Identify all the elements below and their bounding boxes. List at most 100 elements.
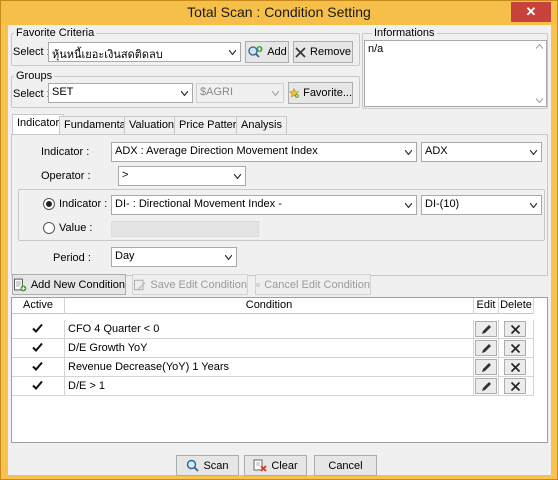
- clear-button[interactable]: Clear: [244, 455, 307, 476]
- add-new-condition-label: Add New Condition: [30, 278, 125, 291]
- value-radio[interactable]: [43, 222, 55, 234]
- column-header-delete[interactable]: Delete: [499, 298, 534, 314]
- checkmark-icon[interactable]: [32, 380, 43, 391]
- remove-favorite-button[interactable]: Remove: [293, 41, 353, 63]
- edit-button[interactable]: [475, 378, 497, 394]
- value-input[interactable]: [111, 221, 259, 237]
- chevron-down-icon: [181, 91, 188, 96]
- table-row[interactable]: D/E > 1: [12, 377, 534, 396]
- window-title: Total Scan : Condition Setting: [187, 4, 371, 20]
- add-new-condition-button[interactable]: Add New Condition: [12, 274, 126, 295]
- condition-setting-window: Total Scan : Condition Setting ✕ Favorit…: [0, 0, 558, 480]
- chevron-down-icon: [272, 91, 279, 96]
- table-row[interactable]: Revenue Decrease(YoY) 1 Years: [12, 358, 534, 377]
- informations-textbox[interactable]: n/a: [364, 40, 547, 107]
- compare-indicator-select[interactable]: DI- : Directional Movement Index -: [111, 195, 417, 215]
- edit-button[interactable]: [475, 359, 497, 375]
- table-row[interactable]: D/E Growth YoY: [12, 339, 534, 358]
- active-cell[interactable]: [12, 377, 65, 396]
- favorite-criteria-value: หุ้นหนี้เยอะเงินสดติดลบ: [52, 49, 163, 61]
- groups-value: SET: [52, 86, 74, 98]
- tab-label: Analysis: [241, 119, 282, 131]
- delete-button[interactable]: [504, 378, 526, 394]
- favorite-criteria-legend: Favorite Criteria: [14, 27, 97, 39]
- delete-cell: [499, 377, 534, 396]
- period-select[interactable]: Day: [111, 247, 237, 267]
- add-search-icon: [248, 46, 263, 58]
- clear-label: Clear: [271, 459, 298, 472]
- search-icon: [187, 459, 200, 472]
- tab-label: Price Pattern: [179, 119, 243, 131]
- chevron-down-icon: [405, 150, 412, 155]
- compare-indicator-value: DI- : Directional Movement Index -: [115, 198, 282, 210]
- active-cell[interactable]: [12, 320, 65, 339]
- period-label: Period :: [53, 252, 91, 264]
- chevron-down-icon: [229, 50, 236, 55]
- tab-valuation[interactable]: Valuation: [124, 116, 180, 134]
- column-header-active[interactable]: Active: [12, 298, 65, 314]
- compare-param-value: DI-(10): [425, 198, 460, 210]
- cancel-edit-condition-label: Cancel Edit Condition: [264, 278, 370, 291]
- groups-select[interactable]: SET: [48, 83, 193, 103]
- close-icon: [510, 324, 521, 335]
- favorite-criteria-select[interactable]: หุ้นหนี้เยอะเงินสดติดลบ: [48, 42, 241, 62]
- indicator-value: ADX : Average Direction Movement Index: [115, 145, 318, 157]
- tab-label: Valuation: [129, 119, 175, 131]
- checkmark-icon[interactable]: [32, 323, 43, 334]
- checkmark-icon[interactable]: [32, 361, 43, 372]
- tab-fundamental[interactable]: Fundamental: [59, 116, 134, 134]
- delete-cell: [499, 358, 534, 377]
- add-favorite-label: Add: [267, 46, 287, 58]
- condition-cell[interactable]: D/E > 1: [65, 377, 474, 396]
- checkmark-icon[interactable]: [32, 342, 43, 353]
- add-document-icon: [13, 278, 27, 291]
- active-cell[interactable]: [12, 339, 65, 358]
- table-row[interactable]: CFO 4 Quarter < 0: [12, 320, 534, 339]
- tab-indicator[interactable]: Indicator: [12, 114, 65, 135]
- column-header-edit[interactable]: Edit: [474, 298, 499, 314]
- condition-cell[interactable]: Revenue Decrease(YoY) 1 Years: [65, 358, 474, 377]
- value-label: Value :: [59, 222, 93, 234]
- operator-select[interactable]: >: [118, 166, 246, 186]
- groups-legend: Groups: [14, 70, 55, 82]
- condition-cell[interactable]: D/E Growth YoY: [65, 339, 474, 358]
- indicator-short-select[interactable]: ADX: [421, 142, 542, 162]
- scroll-up-icon[interactable]: [536, 44, 543, 49]
- pencil-icon: [482, 325, 491, 334]
- save-edit-condition-button[interactable]: Save Edit Condition: [132, 274, 248, 295]
- active-cell[interactable]: [12, 358, 65, 377]
- edit-button[interactable]: [475, 321, 497, 337]
- indicator-select[interactable]: ADX : Average Direction Movement Index: [111, 142, 417, 162]
- delete-button[interactable]: [504, 321, 526, 337]
- sector-select[interactable]: $AGRI: [196, 83, 284, 103]
- title-bar[interactable]: Total Scan : Condition Setting: [1, 1, 557, 25]
- compare-indicator-radio[interactable]: [43, 198, 55, 210]
- delete-button[interactable]: [504, 359, 526, 375]
- delete-button[interactable]: [504, 340, 526, 356]
- operator-value: >: [122, 169, 129, 181]
- cancel-icon: [256, 282, 261, 287]
- delete-cell: [499, 320, 534, 339]
- condition-cell[interactable]: CFO 4 Quarter < 0: [65, 320, 474, 339]
- favorite-select-label: Select :: [13, 46, 50, 58]
- tab-analysis[interactable]: Analysis: [236, 116, 287, 134]
- chevron-down-icon: [405, 203, 412, 208]
- favorite-groups-label: Favorite...: [303, 87, 352, 99]
- save-edit-icon: [133, 279, 146, 290]
- edit-button[interactable]: [475, 340, 497, 356]
- favorite-groups-button[interactable]: Favorite...: [288, 82, 353, 104]
- cancel-edit-condition-button[interactable]: Cancel Edit Condition: [255, 274, 371, 295]
- add-favorite-button[interactable]: Add: [245, 41, 289, 63]
- column-header-condition[interactable]: Condition: [65, 298, 474, 314]
- scan-button[interactable]: Scan: [176, 455, 239, 476]
- edit-cell: [474, 377, 499, 396]
- cancel-button[interactable]: Cancel: [314, 455, 377, 476]
- scroll-down-icon[interactable]: [536, 98, 543, 103]
- scan-label: Scan: [203, 459, 229, 472]
- star-icon: [289, 87, 300, 98]
- cancel-label: Cancel: [328, 459, 363, 472]
- close-icon: [510, 362, 521, 373]
- compare-param-select[interactable]: DI-(10): [421, 195, 542, 215]
- chevron-down-icon: [225, 255, 232, 260]
- close-button[interactable]: ✕: [511, 2, 551, 22]
